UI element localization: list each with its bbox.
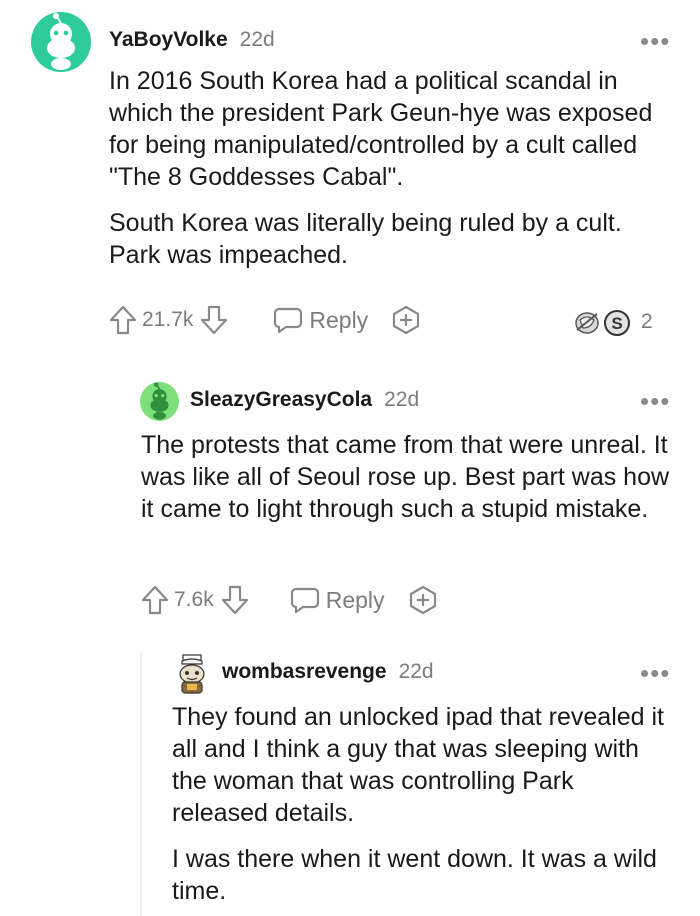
upvote-icon[interactable] (140, 584, 170, 616)
username[interactable]: wombasrevenge (222, 660, 387, 684)
comment-body: The protests that came from that were un… (141, 429, 671, 525)
comment-actions: 21.7k Reply (108, 304, 422, 336)
comment-age: 22d (398, 660, 434, 683)
award-icon[interactable] (390, 304, 422, 336)
more-options-icon[interactable]: ••• (640, 28, 670, 54)
downvote-icon[interactable] (220, 584, 250, 616)
reply-button[interactable]: Reply (273, 306, 368, 334)
comment-body: In 2016 South Korea had a political scan… (109, 65, 679, 271)
comment-wombasrevenge: wombasrevenge 22d ••• They found an unlo… (0, 640, 700, 916)
username[interactable]: YaBoyVolke (109, 28, 228, 52)
reply-label: Reply (309, 306, 369, 333)
username[interactable]: SleazyGreasyCola (190, 388, 372, 412)
comment-actions: 7.6k Reply (140, 584, 439, 616)
avatar[interactable] (31, 12, 91, 72)
comment-sleazygreasycola: SleazyGreasyCola 22d ••• The protests th… (0, 350, 700, 640)
comment-body: They found an unlocked ipad that reveale… (172, 701, 672, 907)
snoo-icon (150, 382, 169, 420)
comment-paragraph: South Korea was literally being ruled by… (109, 209, 622, 269)
avatar[interactable] (172, 654, 212, 694)
upvote-icon[interactable] (108, 304, 138, 336)
comment-paragraph: The protests that came from that were un… (141, 431, 670, 523)
more-options-icon[interactable]: ••• (640, 388, 670, 414)
reply-label: Reply (325, 586, 385, 613)
comment-paragraph: I was there when it went down. It was a … (172, 845, 657, 905)
reply-icon (274, 307, 303, 334)
svg-text:S: S (611, 314, 622, 333)
award-icon[interactable] (407, 584, 439, 616)
vote-count: 21.7k (142, 308, 194, 331)
comment-paragraph: In 2016 South Korea had a political scan… (109, 67, 653, 191)
awards-count: 2 (641, 310, 653, 333)
reply-icon (290, 587, 319, 614)
snoo-icon (47, 13, 75, 70)
avatar[interactable] (140, 382, 179, 421)
reply-button[interactable]: Reply (290, 586, 385, 614)
more-options-icon[interactable]: ••• (640, 660, 670, 686)
comment-age: 22d (384, 388, 420, 411)
award-badges-icon: S (575, 310, 630, 336)
vote-count: 7.6k (174, 588, 214, 611)
downvote-icon[interactable] (199, 304, 229, 336)
comment-paragraph: They found an unlocked ipad that reveale… (172, 703, 665, 827)
comment-yaboyvolke: YaBoyVolke 22d ••• In 2016 South Korea h… (0, 0, 700, 350)
comment-age: 22d (239, 28, 275, 51)
awards[interactable]: S 2 (573, 306, 653, 338)
snoo-costume-icon (179, 654, 205, 694)
